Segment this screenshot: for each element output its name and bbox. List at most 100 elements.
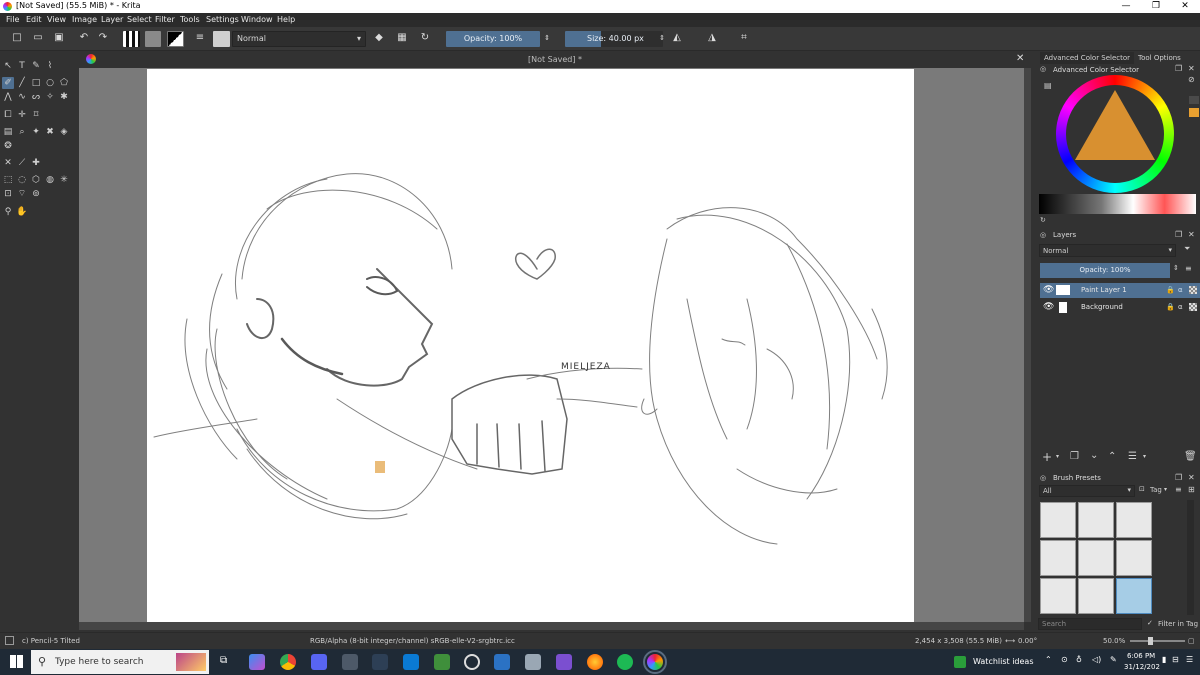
- save-icon[interactable]: ▣: [52, 31, 66, 45]
- polyline-tool-icon[interactable]: ⋀: [2, 91, 14, 103]
- minimize-button[interactable]: —: [1111, 0, 1141, 13]
- clock-time[interactable]: 6:06 PM: [1127, 652, 1155, 660]
- mirror-vertical-icon[interactable]: ◮: [705, 31, 719, 45]
- krita-taskbar-icon[interactable]: [643, 650, 667, 674]
- eraser-icon[interactable]: ◆: [372, 31, 386, 45]
- similar-select-tool-icon[interactable]: ⊡: [2, 188, 14, 200]
- delete-layer-icon[interactable]: 🗑: [1184, 451, 1197, 462]
- lock-icon[interactable]: 🔒: [1166, 286, 1175, 294]
- ellipse-tool-icon[interactable]: ○: [44, 77, 56, 89]
- alpha-inherit-icon[interactable]: α: [1178, 303, 1183, 311]
- tab-advanced-color-selector[interactable]: Advanced Color Selector: [1040, 52, 1135, 64]
- select-shapes-tool-icon[interactable]: ↖: [2, 60, 14, 72]
- fg-bg-color-swatch[interactable]: [167, 31, 184, 47]
- grid-view-icon[interactable]: ⊞: [1188, 485, 1195, 494]
- wrap-around-icon[interactable]: ⌗: [737, 31, 751, 45]
- gradient-swatch[interactable]: [123, 31, 140, 47]
- filter-in-tag-checkbox[interactable]: Filter in Tag: [1158, 620, 1198, 628]
- float-panel-icon[interactable]: ❐: [1175, 64, 1182, 73]
- brush-preset-tile[interactable]: [1078, 578, 1114, 614]
- multibrush-tool-icon[interactable]: ✱: [58, 91, 70, 103]
- reload-preset-icon[interactable]: ↻: [418, 31, 432, 45]
- close-panel-icon[interactable]: ✕: [1188, 64, 1195, 73]
- layer-row[interactable]: 👁 Background 🔒 α: [1040, 300, 1200, 315]
- close-brushes-icon[interactable]: ✕: [1188, 473, 1195, 482]
- open-folder-icon[interactable]: ▭: [31, 31, 45, 45]
- list-view-icon[interactable]: ≡: [1175, 485, 1182, 494]
- bg-color-chip[interactable]: [1189, 96, 1199, 104]
- zoom-slider-handle[interactable]: [1148, 637, 1153, 645]
- rectangle-tool-icon[interactable]: □: [30, 77, 42, 89]
- volume-icon[interactable]: ◁): [1092, 655, 1101, 664]
- copilot-icon[interactable]: [249, 654, 265, 670]
- taskbar-search-input[interactable]: ⚲ Type here to search: [31, 650, 209, 674]
- size-stepper[interactable]: ⇕: [655, 31, 669, 45]
- chevron-up-icon[interactable]: ⌃: [1045, 655, 1052, 664]
- brush-tag-button[interactable]: Tag: [1150, 486, 1162, 494]
- menu-image[interactable]: Image: [72, 15, 97, 24]
- discord-icon[interactable]: [311, 654, 327, 670]
- color-history-strip[interactable]: [1039, 194, 1196, 214]
- checkmark-icon[interactable]: ✓: [1147, 619, 1153, 627]
- pen-icon[interactable]: ✎: [1110, 655, 1117, 664]
- chevron-down-icon[interactable]: ▾: [1056, 453, 1059, 460]
- alpha-lock-icon[interactable]: [1189, 303, 1197, 311]
- spotify-icon[interactable]: [617, 654, 633, 670]
- blend-mode-select[interactable]: Normal ▾: [232, 31, 366, 47]
- add-layer-icon[interactable]: +: [1042, 450, 1052, 464]
- menu-layer[interactable]: Layer: [101, 15, 123, 24]
- tab-tool-options[interactable]: Tool Options: [1134, 52, 1185, 64]
- magic-wand-tool-icon[interactable]: ✳: [58, 174, 70, 186]
- float-brushes-icon[interactable]: ❐: [1175, 473, 1182, 482]
- alpha-lock-icon[interactable]: ▦: [395, 31, 409, 45]
- close-button[interactable]: ✕: [1170, 0, 1200, 13]
- dynamic-brush-tool-icon[interactable]: ✧: [44, 91, 56, 103]
- alpha-lock-icon[interactable]: [1189, 286, 1197, 294]
- fg-color-chip[interactable]: [1189, 108, 1199, 117]
- menu-view[interactable]: View: [47, 15, 66, 24]
- assistant-tool-icon[interactable]: ✕: [2, 157, 14, 169]
- close-document-icon[interactable]: ✕: [1016, 53, 1024, 64]
- menu-help[interactable]: Help: [277, 15, 295, 24]
- calligraphy-tool-icon[interactable]: ⌇: [44, 60, 56, 72]
- color-settings-icon[interactable]: ▤: [1044, 81, 1052, 90]
- rectangle-select-tool-icon[interactable]: ⬚: [2, 174, 14, 186]
- photos-icon[interactable]: [525, 654, 541, 670]
- measure-tool-icon[interactable]: ⟋: [16, 157, 28, 169]
- zoom-slider[interactable]: [1130, 640, 1185, 642]
- mic-status-icon[interactable]: ▮: [1162, 655, 1166, 664]
- layer-row[interactable]: 👁 Paint Layer 1 🔒 α: [1040, 283, 1200, 298]
- chevron-down-icon[interactable]: ▾: [1164, 486, 1167, 493]
- menu-window[interactable]: Window: [241, 15, 273, 24]
- eye-icon[interactable]: 👁: [1043, 285, 1054, 295]
- clock-date[interactable]: 31/12/202: [1124, 663, 1160, 671]
- pan-tool-icon[interactable]: ✋: [16, 206, 28, 218]
- tag-icon[interactable]: ⊡: [1139, 485, 1145, 493]
- clipchamp-icon[interactable]: [556, 654, 572, 670]
- text-tool-icon[interactable]: T: [16, 60, 28, 72]
- layer-opacity-stepper[interactable]: ⇕: [1173, 264, 1179, 272]
- gradient-tool-icon[interactable]: ▤: [2, 126, 14, 138]
- chevron-down-icon[interactable]: ▾: [1143, 453, 1146, 460]
- duplicate-layer-icon[interactable]: ❐: [1070, 451, 1079, 462]
- document-tab-title[interactable]: [Not Saved] *: [79, 55, 1031, 64]
- maximize-button[interactable]: ❐: [1141, 0, 1171, 13]
- chrome-icon[interactable]: [280, 654, 296, 670]
- brush-preset-tile[interactable]: [1040, 578, 1076, 614]
- menu-settings[interactable]: Settings: [206, 15, 239, 24]
- reset-colors-icon[interactable]: ⊘: [1188, 75, 1195, 84]
- redo-icon[interactable]: ↷: [96, 31, 110, 45]
- move-layer-up-icon[interactable]: ⌃: [1108, 451, 1116, 462]
- vertical-scrollbar[interactable]: [1024, 68, 1031, 622]
- opacity-stepper[interactable]: ⇕: [540, 31, 554, 45]
- menu-select[interactable]: Select: [127, 15, 152, 24]
- brush-preset-tile[interactable]: [1078, 502, 1114, 538]
- color-picker-tool-icon[interactable]: ⌕: [16, 126, 28, 138]
- menu-filter[interactable]: Filter: [155, 15, 175, 24]
- brush-preset-thumbnail[interactable]: [213, 31, 230, 47]
- brush-preset-tile-selected[interactable]: [1116, 578, 1152, 614]
- layer-blend-select[interactable]: Normal ▾: [1039, 244, 1176, 257]
- hue-ring[interactable]: [1056, 75, 1174, 193]
- freehand-path-tool-icon[interactable]: ᔕ: [30, 91, 42, 103]
- brush-size-slider[interactable]: Size: 40.00 px: [565, 31, 663, 47]
